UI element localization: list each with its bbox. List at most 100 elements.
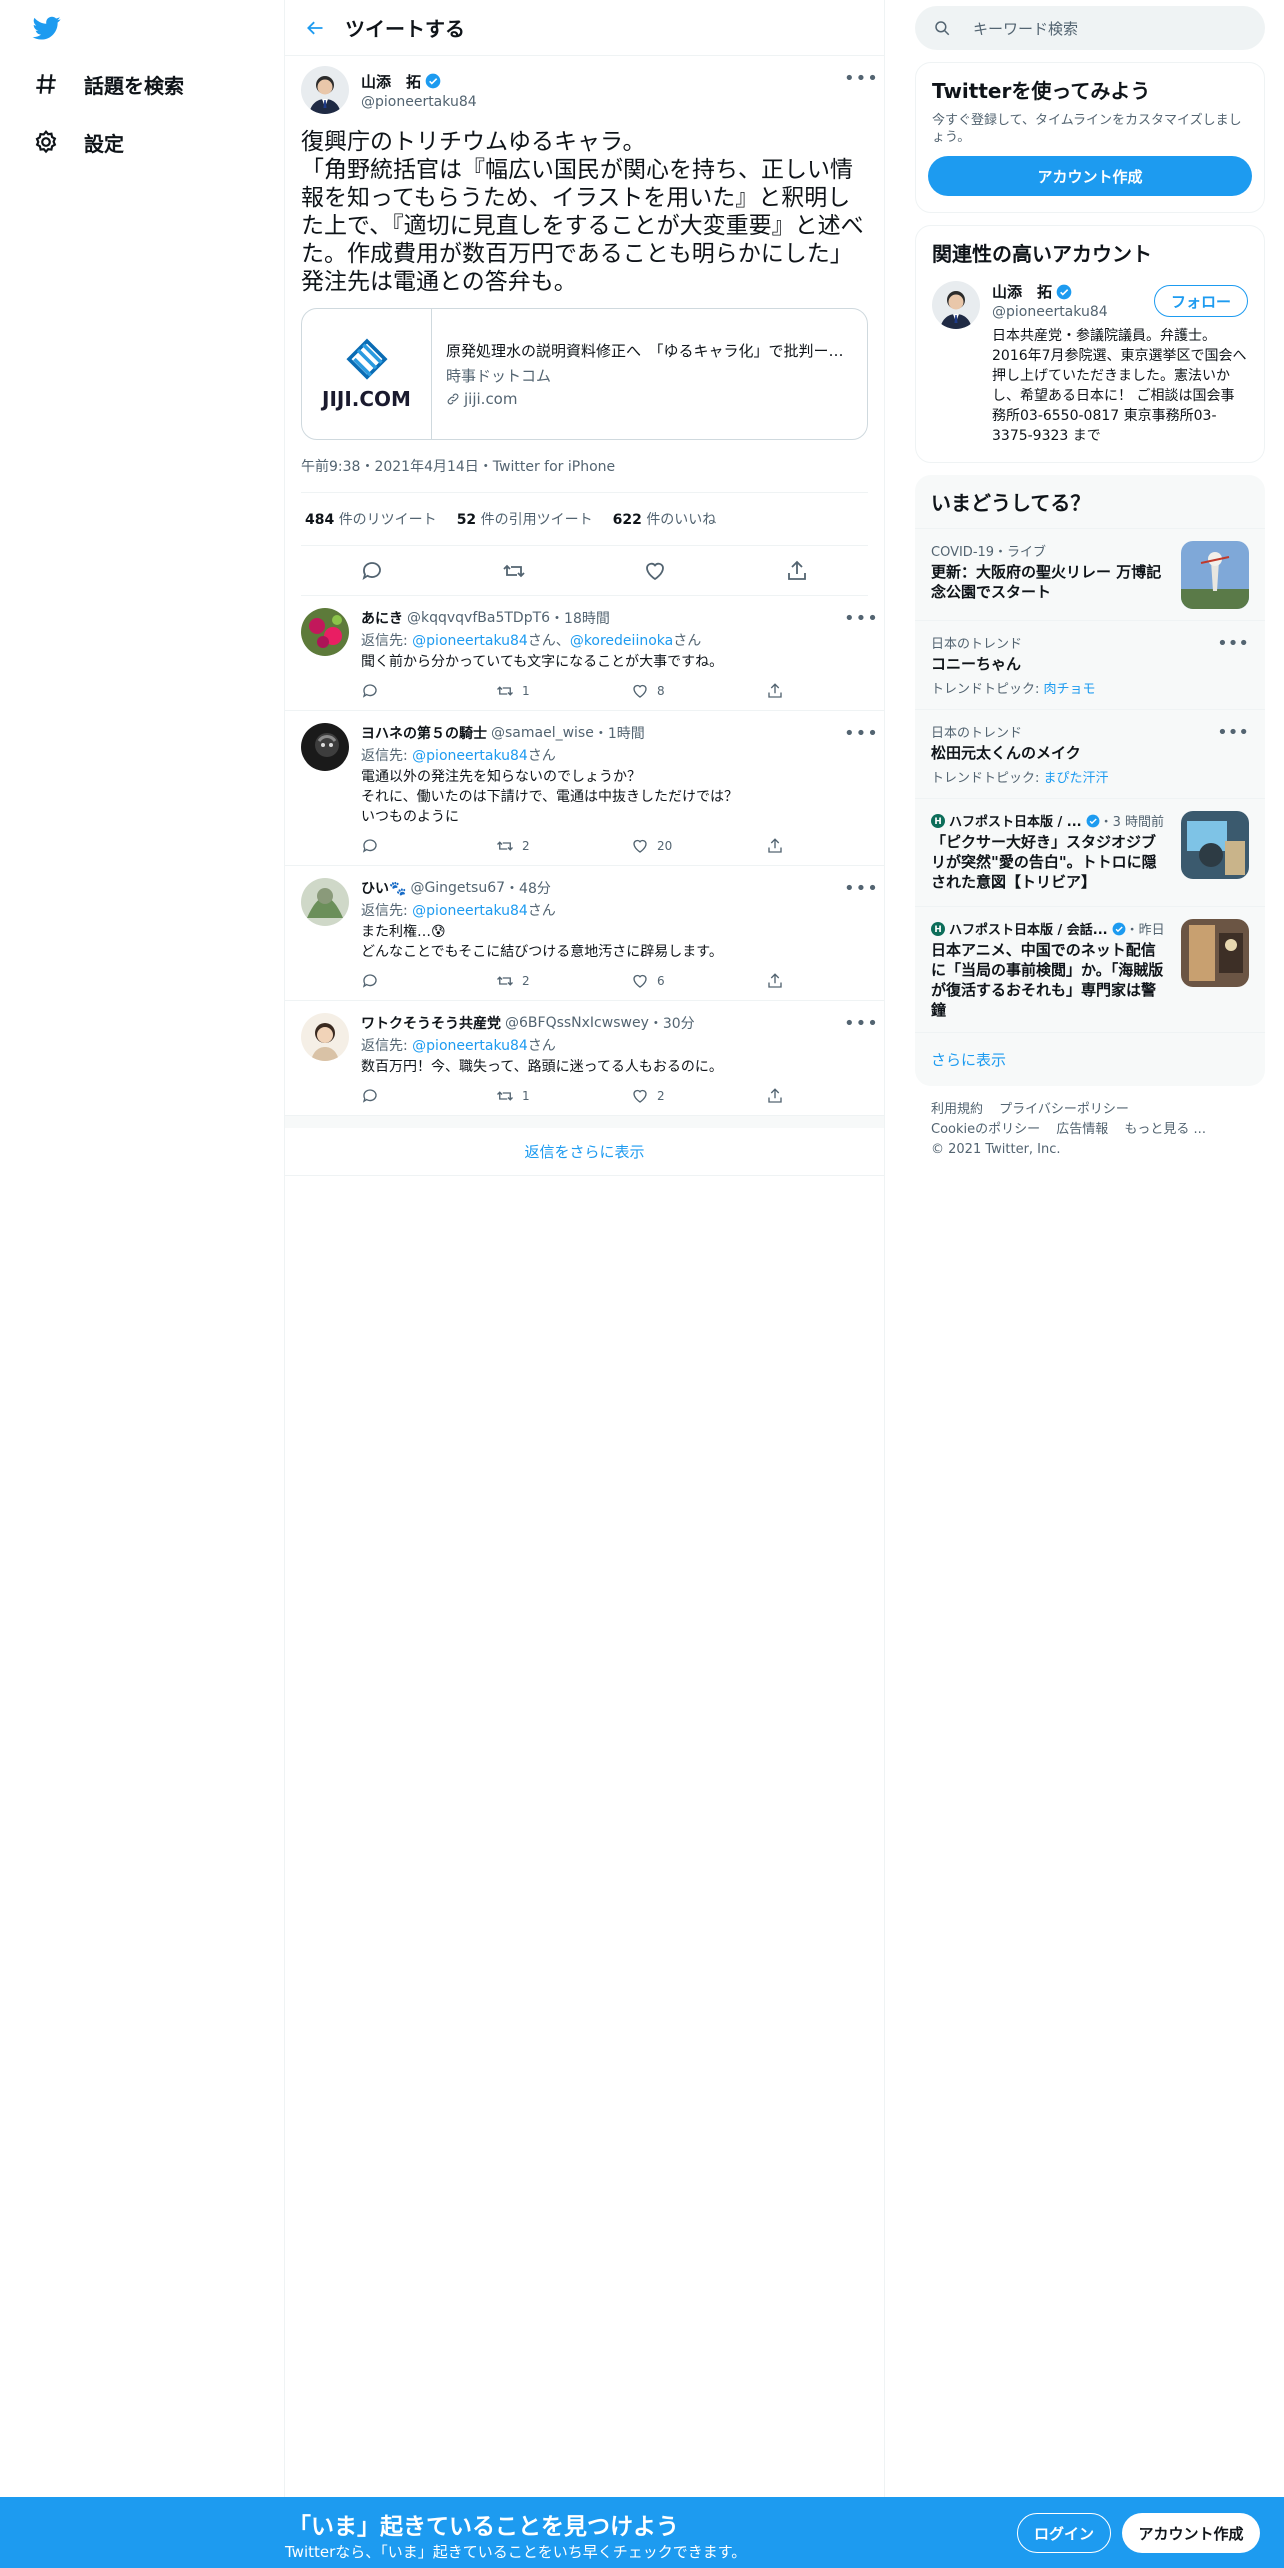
- like-count[interactable]: 622 件のいいね: [613, 509, 717, 529]
- like-heart-icon[interactable]: 6: [631, 972, 766, 990]
- link-card[interactable]: JIJI.COM 原発処理水の説明資料修正へ 「ゆるキャラ化」で批判ー… 時事ド…: [301, 308, 868, 440]
- show-more-replies-button[interactable]: 返信をさらに表示: [285, 1116, 884, 1176]
- footer-link[interactable]: 広告情報: [1056, 1122, 1108, 1137]
- retweet-count: 1: [522, 684, 530, 698]
- reply-author-handle[interactable]: @Gingetsu67: [410, 880, 505, 896]
- reply-author-handle[interactable]: @samael_wise: [491, 725, 594, 741]
- nav-settings-label: 設定: [84, 131, 124, 156]
- avatar[interactable]: [301, 66, 349, 114]
- trend-item[interactable]: H ハフポスト日本版 / 会話... ・昨日 日本アニメ、中国でのネット配信に「…: [915, 906, 1265, 1032]
- avatar[interactable]: [932, 281, 980, 329]
- reply-to-link[interactable]: @koredeiinoka: [570, 633, 673, 649]
- share-icon[interactable]: [766, 837, 901, 855]
- footer-link[interactable]: プライバシーポリシー: [999, 1102, 1129, 1117]
- trend-item[interactable]: 日本のトレンド 松田元太くんのメイク トレンドトピック: まぴた汗汗 •••: [915, 709, 1265, 798]
- related-name[interactable]: 山添 拓: [992, 281, 1052, 302]
- reply-author-name[interactable]: あにき: [361, 608, 403, 628]
- show-more-trends-link[interactable]: さらに表示: [915, 1032, 1265, 1086]
- reply-icon[interactable]: [361, 972, 496, 990]
- like-heart-icon[interactable]: 2: [631, 1087, 766, 1105]
- trend-item[interactable]: 日本のトレンド コニーちゃん トレンドトピック: 肉チョモ •••: [915, 620, 1265, 709]
- reply-text: また利権…😰 どんなことでもそこに結びつける意地汚さに辟易します。: [361, 924, 723, 960]
- trend-title: 「ピクサー大好き」スタジオジブリが突然"愛の告白"。トトロに隠された意図【トリビ…: [931, 833, 1157, 891]
- avatar[interactable]: [301, 608, 349, 656]
- reply-to-link[interactable]: @pioneertaku84: [412, 903, 528, 919]
- retweet-icon[interactable]: [502, 559, 526, 583]
- reply-time[interactable]: ・18時間: [550, 608, 610, 628]
- nav-settings[interactable]: 設定: [32, 122, 124, 162]
- create-account-button[interactable]: アカウント作成: [928, 156, 1252, 196]
- reply-author-handle[interactable]: @kqqvqvfBa5TDpT6: [407, 610, 550, 626]
- search-input[interactable]: キーワード検索: [915, 6, 1265, 50]
- reply-time[interactable]: ・48分: [505, 878, 551, 898]
- trend-title: コニーちゃん: [931, 655, 1022, 673]
- retweet-icon[interactable]: 1: [496, 682, 631, 700]
- reply-list: あにき @kqqvqvfBa5TDpT6 ・18時間 返信先: @pioneerta…: [285, 596, 884, 1116]
- more-options-icon[interactable]: •••: [844, 723, 878, 744]
- avatar[interactable]: [301, 878, 349, 926]
- author-name[interactable]: 山添 拓: [361, 71, 477, 92]
- retweet-icon[interactable]: 1: [496, 1087, 631, 1105]
- trend-item[interactable]: H ハフポスト日本版 / ... ・3 時間前 「ピクサー大好き」スタジオジブリ…: [915, 798, 1265, 906]
- retweet-icon[interactable]: 2: [496, 972, 631, 990]
- reply-author-name[interactable]: ワトクそうそう共産党: [361, 1013, 501, 1033]
- back-arrow-icon[interactable]: [287, 0, 343, 56]
- reply-author-name[interactable]: ひい🐾: [361, 878, 406, 898]
- related-bio: 日本共産党・参議院議員。弁護士。2016年7月参院選、東京選挙区で国会へ押し上げ…: [992, 328, 1247, 444]
- retweet-count[interactable]: 484 件のリツイート: [305, 509, 437, 529]
- quote-count[interactable]: 52 件の引用ツイート: [457, 509, 593, 529]
- share-icon[interactable]: [766, 972, 901, 990]
- reply-to-link[interactable]: @pioneertaku84: [412, 1038, 528, 1054]
- tweet-meta[interactable]: 午前9:38・2021年4月14日・Twitter for iPhone: [301, 456, 868, 493]
- reply-icon[interactable]: [361, 1087, 496, 1105]
- more-options-icon[interactable]: •••: [1217, 722, 1249, 743]
- like-heart-icon[interactable]: 8: [631, 682, 766, 700]
- retweet-icon[interactable]: 2: [496, 837, 631, 855]
- trend-title: 松田元太くんのメイク: [931, 744, 1081, 762]
- trend-topic-link[interactable]: 肉チョモ: [1044, 682, 1096, 697]
- signup-button[interactable]: アカウント作成: [1122, 2513, 1260, 2553]
- reply-icon[interactable]: [361, 682, 496, 700]
- reply-to-link[interactable]: @pioneertaku84: [412, 748, 528, 764]
- reply-text: 聞く前から分かっていても文字になることが大事ですね。: [361, 654, 724, 670]
- login-button[interactable]: ログイン: [1017, 2513, 1111, 2553]
- avatar[interactable]: [301, 1013, 349, 1061]
- tweet-author[interactable]: 山添 拓 @pioneertaku84 •••: [301, 66, 878, 114]
- share-icon[interactable]: [785, 559, 809, 583]
- more-options-icon[interactable]: •••: [844, 68, 878, 89]
- reply-author-name[interactable]: ヨハネの第５の騎士: [361, 723, 487, 743]
- follow-button[interactable]: フォロー: [1153, 285, 1248, 317]
- reply-icon[interactable]: [360, 559, 384, 583]
- related-accounts-panel: 関連性の高いアカウント 山添 拓 @pioneertaku84 日本共産党・参議…: [915, 225, 1265, 463]
- more-options-icon[interactable]: •••: [844, 1013, 878, 1034]
- more-options-icon[interactable]: •••: [844, 878, 878, 899]
- related-account[interactable]: 山添 拓 @pioneertaku84 日本共産党・参議院議員。弁護士。2016…: [916, 267, 1264, 462]
- trend-item[interactable]: COVID-19・ライブ 更新：大阪府の聖火リレー 万博記念公園でスタート: [915, 528, 1265, 620]
- reply-time[interactable]: ・1時間: [594, 723, 645, 743]
- reply-item[interactable]: ひい🐾 @Gingetsu67 ・48分 返信先: @pioneertaku84さん…: [285, 866, 884, 1001]
- reply-to-link[interactable]: @pioneertaku84: [412, 633, 528, 649]
- reply-icon[interactable]: [361, 837, 496, 855]
- more-options-icon[interactable]: •••: [844, 608, 878, 629]
- more-options-icon[interactable]: •••: [1217, 633, 1249, 654]
- svg-text:H: H: [934, 817, 941, 827]
- trends-panel: いまどうしてる？ COVID-19・ライブ 更新：大阪府の聖火リレー 万博記念公…: [915, 475, 1265, 1086]
- nav-explore[interactable]: 話題を検索: [32, 64, 184, 104]
- reply-item[interactable]: ワトクそうそう共産党 @6BFQssNxIcwswey ・30分 返信先: @pio…: [285, 1001, 884, 1116]
- reply-item[interactable]: ヨハネの第５の騎士 @samael_wise ・1時間 返信先: @pioneert…: [285, 711, 884, 866]
- reply-time[interactable]: ・30分: [649, 1013, 695, 1033]
- share-icon[interactable]: [766, 1087, 901, 1105]
- like-heart-icon[interactable]: 20: [631, 837, 766, 855]
- footer-link[interactable]: Cookieのポリシー: [931, 1122, 1040, 1137]
- share-icon[interactable]: [766, 682, 901, 700]
- trend-title: 日本アニメ、中国でのネット配信に「当局の事前検閲」か。「海賊版が復活するおそれも…: [931, 941, 1164, 1019]
- footer-link[interactable]: もっと見る ...: [1124, 1122, 1206, 1137]
- twitter-logo-icon[interactable]: [30, 14, 64, 42]
- like-heart-icon[interactable]: [643, 559, 667, 583]
- trend-topic-link[interactable]: まぴた汗汗: [1044, 771, 1109, 786]
- reply-author-handle[interactable]: @6BFQssNxIcwswey: [505, 1015, 649, 1031]
- trend-image: [1181, 541, 1249, 609]
- reply-item[interactable]: あにき @kqqvqvfBa5TDpT6 ・18時間 返信先: @pioneerta…: [285, 596, 884, 711]
- avatar[interactable]: [301, 723, 349, 771]
- footer-link[interactable]: 利用規約: [931, 1102, 983, 1117]
